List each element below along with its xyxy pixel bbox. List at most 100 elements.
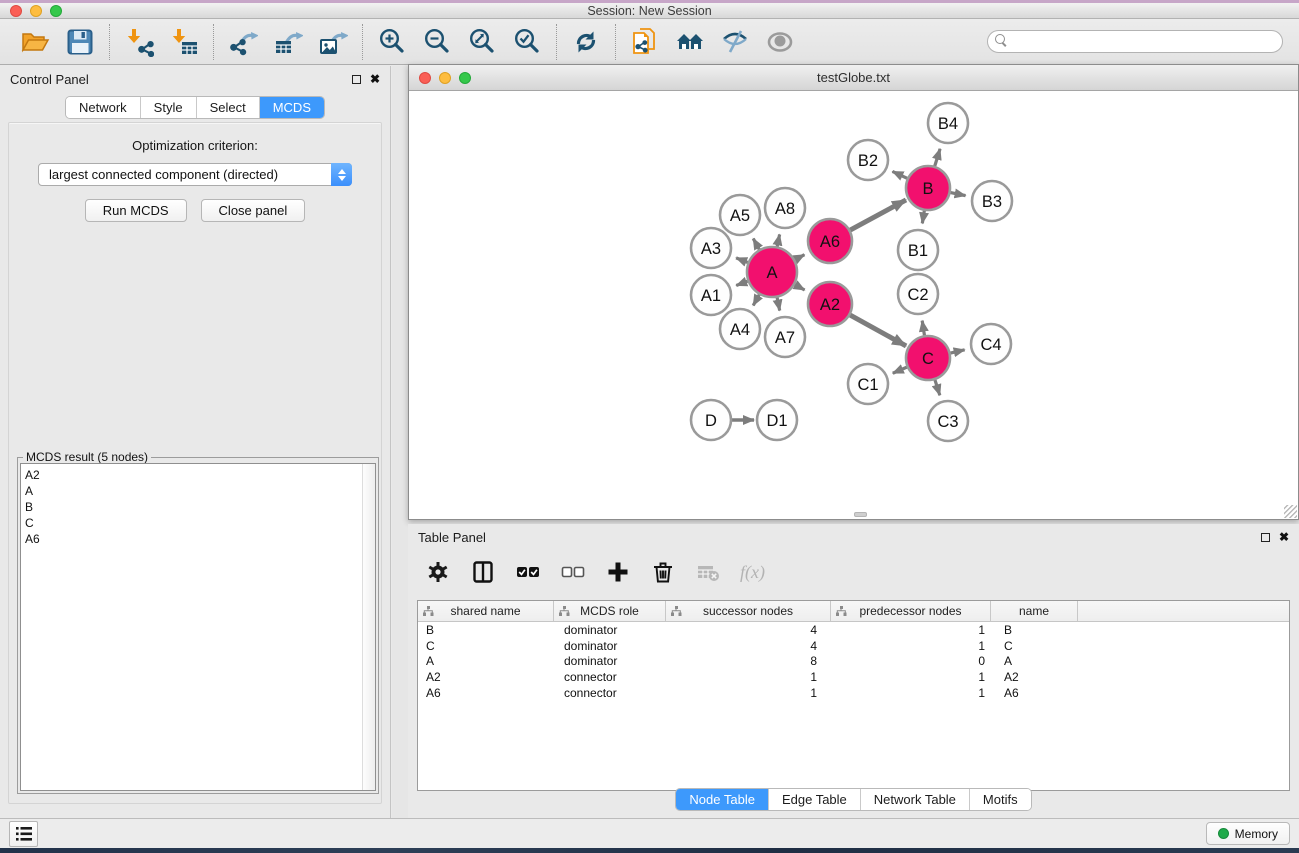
graph-node-C4[interactable]: C4 [971,324,1011,364]
search-input[interactable] [987,30,1283,53]
delete-table-icon[interactable] [695,559,721,585]
zoom-fit-icon[interactable] [467,27,497,57]
graph-node-A5[interactable]: A5 [720,195,760,235]
edge-C-C1[interactable] [893,367,907,373]
tab-mcds[interactable]: MCDS [259,97,324,118]
table-row[interactable]: Adominator80A [418,653,1289,669]
edge-A-A8[interactable] [777,234,779,246]
graph-node-A1[interactable]: A1 [691,275,731,315]
task-history-button[interactable] [9,821,38,847]
export-image-icon[interactable] [318,27,348,57]
tab-style[interactable]: Style [140,97,196,118]
graph-node-A[interactable]: A [747,247,797,297]
deselect-all-checks-icon[interactable] [560,559,586,585]
column-header-predecessor-nodes[interactable]: predecessor nodes [831,601,991,621]
add-column-icon[interactable] [605,559,631,585]
home-view-icon[interactable] [675,27,705,57]
close-table-panel-icon[interactable]: ✖ [1279,532,1289,542]
export-network-icon[interactable] [228,27,258,57]
open-session-icon[interactable] [20,27,50,57]
import-table-icon[interactable] [169,27,199,57]
export-table-icon[interactable] [273,27,303,57]
graph-node-A3[interactable]: A3 [691,228,731,268]
refresh-layout-icon[interactable] [571,27,601,57]
column-header-successor-nodes[interactable]: successor nodes [666,601,831,621]
table-tab-node-table[interactable]: Node Table [676,789,768,810]
close-panel-button[interactable]: Close panel [201,199,306,222]
import-network-icon[interactable] [124,27,154,57]
save-session-icon[interactable] [65,27,95,57]
edge-A-A5[interactable] [753,239,759,250]
table-row[interactable]: Bdominator41B [418,622,1289,638]
network-document-icon[interactable] [630,27,660,57]
optimization-criterion-select[interactable]: largest connected component (directed) [38,163,352,186]
graph-node-C1[interactable]: C1 [848,364,888,404]
edge-A-A4[interactable] [753,295,759,306]
result-list-scrollbar[interactable] [362,464,375,790]
show-hide-graphics-icon[interactable] [720,27,750,57]
mcds-result-item[interactable]: A2 [25,467,375,483]
edge-A-A7[interactable] [777,297,780,310]
column-header-name[interactable]: name [991,601,1078,621]
graph-node-C3[interactable]: C3 [928,401,968,441]
edge-A-A3[interactable] [736,258,748,263]
graph-node-A2[interactable]: A2 [808,282,852,326]
edge-B-B4[interactable] [935,149,940,166]
tab-select[interactable]: Select [196,97,259,118]
graph-node-D1[interactable]: D1 [757,400,797,440]
run-mcds-button[interactable]: Run MCDS [85,199,187,222]
float-panel-icon[interactable] [352,75,361,84]
table-settings-gear-icon[interactable] [425,559,451,585]
memory-button[interactable]: Memory [1206,822,1290,845]
table-row[interactable]: A2connector11A2 [418,669,1289,685]
edge-C-C4[interactable] [950,350,964,353]
edge-A6-B[interactable] [850,200,906,230]
table-row[interactable]: A6connector11A6 [418,685,1289,701]
network-canvas[interactable]: A A1 A2 A3 A4 A5 A6 A7 A8 B B1 B2 B3B4 C C1 C2 C3C4 D D1 [409,91,1298,519]
edge-A-A6[interactable] [795,255,804,260]
graph-node-C[interactable]: C [906,336,950,380]
graph-node-A4[interactable]: A4 [720,309,760,349]
edge-B-B3[interactable] [951,193,966,196]
graph-node-C2[interactable]: C2 [898,274,938,314]
function-builder-icon[interactable]: f(x) [740,559,765,585]
edge-A2-C[interactable] [850,315,906,346]
graph-node-A7[interactable]: A7 [765,317,805,357]
tab-network[interactable]: Network [66,97,140,118]
mcds-result-item[interactable]: A6 [25,531,375,547]
table-tab-network-table[interactable]: Network Table [860,789,969,810]
close-panel-icon[interactable]: ✖ [370,74,380,84]
table-row[interactable]: Cdominator41C [418,638,1289,654]
graph-node-B3[interactable]: B3 [972,181,1012,221]
show-columns-icon[interactable] [470,559,496,585]
graph-node-B1[interactable]: B1 [898,230,938,270]
column-header-MCDS-role[interactable]: MCDS role [554,601,666,621]
graph-node-B4[interactable]: B4 [928,103,968,143]
select-all-checks-icon[interactable] [515,559,541,585]
edge-A-A1[interactable] [736,281,747,285]
graph-node-A6[interactable]: A6 [808,219,852,263]
zoom-in-icon[interactable] [377,27,407,57]
zoom-selected-icon[interactable] [512,27,542,57]
zoom-out-icon[interactable] [422,27,452,57]
table-tab-motifs[interactable]: Motifs [969,789,1031,810]
graph-node-A8[interactable]: A8 [765,188,805,228]
edge-B-B1[interactable] [922,211,924,224]
edge-C-C2[interactable] [922,321,924,336]
graph-node-D[interactable]: D [691,400,731,440]
table-tab-edge-table[interactable]: Edge Table [768,789,860,810]
edge-B-B2[interactable] [892,171,907,178]
edge-A-A2[interactable] [795,285,805,290]
graph-node-B2[interactable]: B2 [848,140,888,180]
delete-column-trash-icon[interactable] [650,559,676,585]
mcds-result-item[interactable]: A [25,483,375,499]
birdseye-view-icon[interactable] [765,27,795,57]
edge-C-C3[interactable] [935,380,940,395]
float-table-panel-icon[interactable] [1261,533,1270,542]
column-header-shared-name[interactable]: shared name [418,601,554,621]
graph-node-B[interactable]: B [906,166,950,210]
mcds-result-item[interactable]: C [25,515,375,531]
mcds-result-item[interactable]: B [25,499,375,515]
network-hscrollbar-thumb[interactable] [854,512,867,517]
network-resize-grip[interactable] [1284,505,1297,518]
